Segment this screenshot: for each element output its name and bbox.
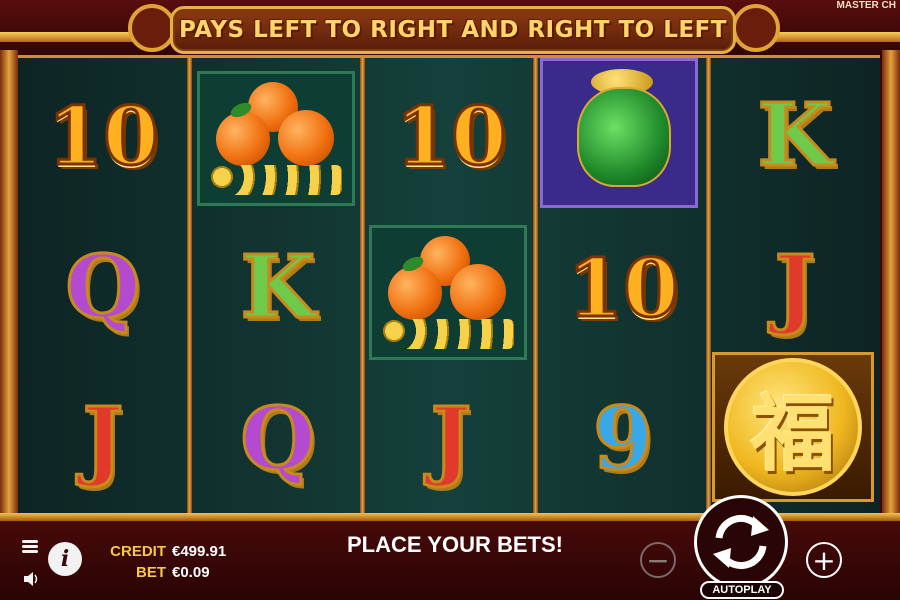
reel-divider	[706, 58, 711, 516]
symbol-jack: J	[81, 389, 125, 490]
symbol-ten: 10	[566, 241, 680, 335]
autoplay-button[interactable]: AUTOPLAY	[700, 581, 784, 599]
orange-fruit	[216, 112, 270, 166]
paylines-banner-text: PAYS LEFT TO RIGHT AND RIGHT TO LEFT	[179, 17, 727, 43]
orange-fruit	[388, 266, 442, 320]
orange-fruit	[450, 264, 506, 320]
menu-icon[interactable]	[22, 540, 38, 554]
symbol-king: K	[239, 237, 317, 338]
scroll-ornament-right	[732, 4, 780, 52]
symbol-nine: 9	[592, 389, 655, 490]
spin-button[interactable]	[694, 495, 788, 589]
game-brand: MASTER CH	[836, 0, 896, 11]
vase-icon	[577, 87, 671, 187]
symbol-jack: J	[429, 389, 473, 490]
decrease-bet-button[interactable]: −	[640, 542, 676, 578]
reel-divider	[187, 58, 192, 516]
right-pillar	[882, 50, 900, 520]
credit-value: €499.91	[172, 543, 227, 560]
bet-value: €0.09	[172, 564, 210, 581]
balance-panel: CREDIT €499.91 BET €0.09	[104, 541, 226, 583]
credit-label: CREDIT	[110, 543, 166, 560]
symbol-queen: Q	[239, 389, 317, 490]
reel-divider	[360, 58, 365, 516]
symbol-queen: Q	[64, 237, 142, 338]
symbol-jack: J	[773, 237, 817, 338]
symbol-ten: 10	[46, 89, 160, 183]
symbol-king: K	[756, 85, 834, 186]
symbol-ten: 10	[394, 89, 508, 183]
orange-fruit	[278, 110, 334, 166]
bet-label: BET	[136, 564, 166, 581]
gold-coins	[210, 165, 342, 195]
reel-divider	[533, 58, 538, 516]
symbol-oranges	[197, 71, 355, 206]
fu-coin-icon: 福	[724, 358, 862, 496]
symbol-oranges	[369, 225, 527, 360]
scroll-ornament-left	[128, 4, 176, 52]
increase-bet-button[interactable]: +	[806, 542, 842, 578]
spin-arrows-icon	[713, 515, 769, 569]
gold-coins	[382, 319, 514, 349]
symbol-money-vase	[540, 58, 698, 208]
info-button[interactable]: i	[48, 542, 82, 576]
left-pillar	[0, 50, 18, 520]
sound-icon[interactable]	[22, 570, 40, 588]
status-message: PLACE YOUR BETS!	[347, 532, 563, 557]
symbol-fu-wild: 福	[712, 352, 874, 502]
paylines-banner: PAYS LEFT TO RIGHT AND RIGHT TO LEFT	[170, 6, 736, 54]
top-frame: PAYS LEFT TO RIGHT AND RIGHT TO LEFT MAS…	[0, 0, 900, 60]
